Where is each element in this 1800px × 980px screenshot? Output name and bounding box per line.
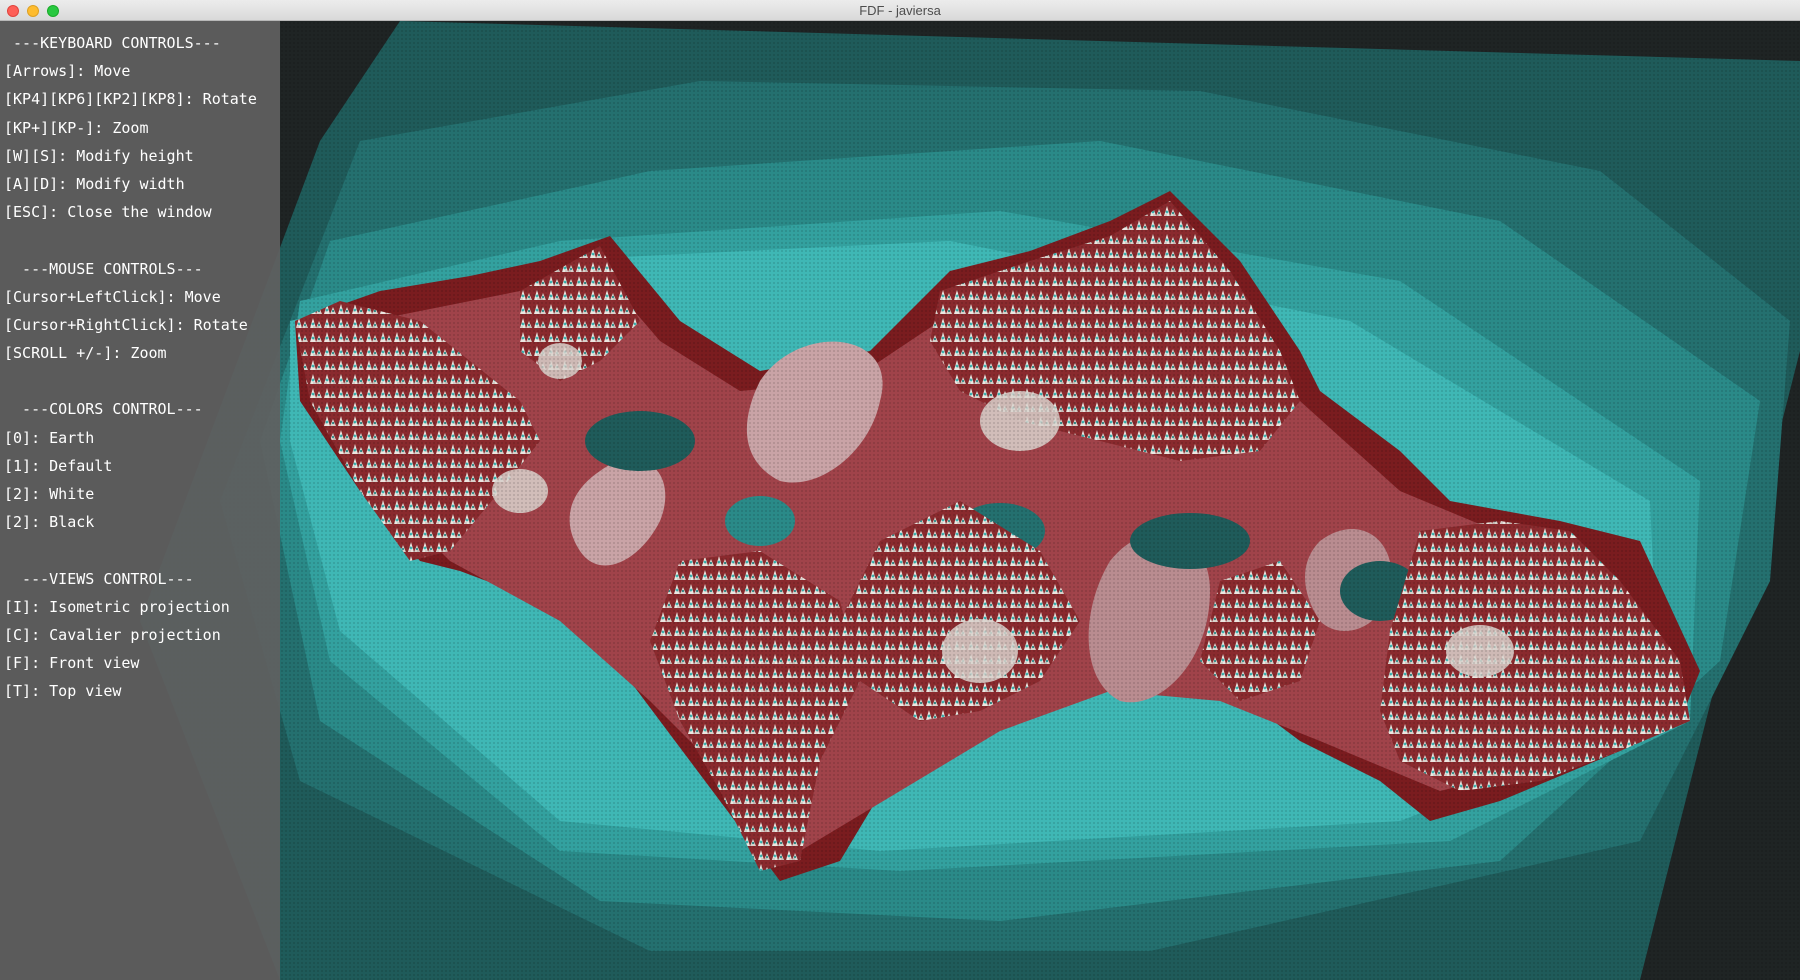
title-bar[interactable]: FDF - javiersa (0, 0, 1800, 21)
views-control-header: ---VIEWS CONTROL--- (4, 569, 194, 588)
keyboard-control-item: [A][D]: Modify width (4, 174, 185, 193)
colors-control-item: [2]: Black (4, 513, 95, 532)
colors-control-header: ---COLORS CONTROL--- (4, 400, 203, 419)
mouse-control-item: [Cursor+LeftClick]: Move (4, 287, 221, 306)
colors-control-item: [1]: Default (4, 456, 113, 475)
colors-control-item: [2]: White (4, 485, 95, 503)
colors-control-item: [0]: Earth (4, 428, 95, 447)
mouse-control-item: [SCROLL +/-]: Zoom (4, 344, 167, 363)
keyboard-control-item: [Arrows]: Move (4, 62, 131, 81)
views-control-item: [F]: Front view (4, 654, 140, 673)
views-control-item: [T]: Top view (4, 682, 122, 701)
keyboard-controls-header: ---KEYBOARD CONTROLS--- (4, 34, 221, 52)
fdf-window: FDF - javiersa ---KEYBOARD CONTROLS--- [… (0, 0, 1800, 980)
keyboard-control-item: [KP4][KP6][KP2][KP8]: Rotate (4, 90, 257, 109)
mouse-control-item: [Cursor+RightClick]: Rotate (4, 315, 248, 334)
window-title: FDF - javiersa (859, 3, 941, 18)
views-control-item: [I]: Isometric projection (4, 597, 230, 616)
keyboard-control-item: [ESC]: Close the window (4, 203, 212, 222)
keyboard-control-item: [KP+][KP-]: Zoom (4, 118, 149, 137)
views-control-item: [C]: Cavalier projection (4, 625, 221, 644)
mouse-controls-header: ---MOUSE CONTROLS--- (4, 259, 203, 278)
controls-panel: ---KEYBOARD CONTROLS--- [Arrows]: Move [… (0, 21, 280, 980)
keyboard-control-item: [W][S]: Modify height (4, 146, 194, 165)
